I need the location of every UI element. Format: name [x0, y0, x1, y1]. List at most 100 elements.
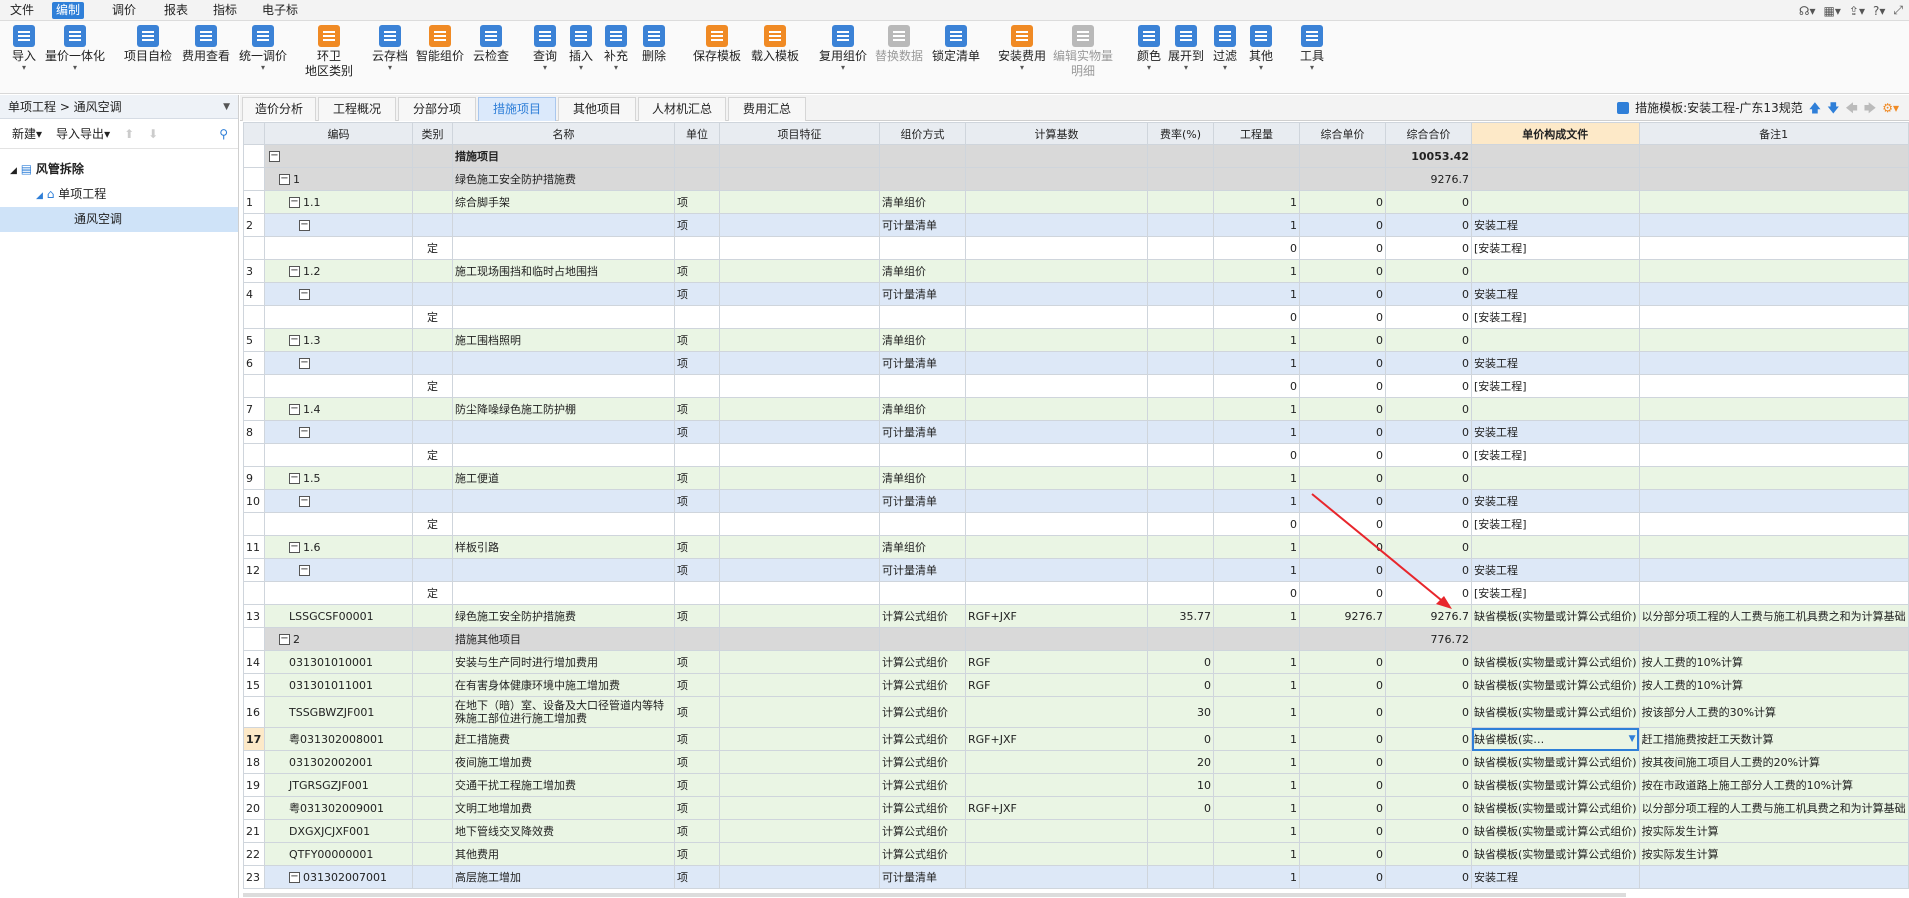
table-row[interactable]: 14 031301010001 安装与生产同时进行增加费用项计算公式组价 RGF 0 1 0… — [243, 650, 1909, 674]
qty-cell[interactable]: 1 — [1213, 750, 1300, 774]
upload-icon[interactable]: ⇪▾ — [1849, 4, 1865, 18]
supplement-button[interactable]: 补充 ▾ — [601, 25, 631, 72]
note-cell[interactable] — [1638, 190, 1909, 214]
name-cell[interactable] — [452, 443, 675, 467]
feature-cell[interactable] — [719, 773, 880, 797]
table-row[interactable]: 定 0 0 0 [安装工程] — [243, 305, 1909, 329]
tree-node-hvac[interactable]: 通风空调 — [0, 207, 238, 232]
row-number[interactable]: 16 — [243, 696, 265, 728]
method-cell[interactable]: 计算公式组价 — [879, 773, 966, 797]
unit-price-cell[interactable]: 0 — [1299, 796, 1386, 820]
unit-cell[interactable]: 项 — [674, 190, 720, 214]
type-cell[interactable]: 定 — [412, 236, 453, 260]
total-cell[interactable]: 0 — [1385, 443, 1472, 467]
name-cell[interactable] — [452, 489, 675, 513]
price-file-cell[interactable]: 缺省模板(实物量或计算公式组价) — [1471, 842, 1640, 866]
qty-cell[interactable]: 0 — [1213, 236, 1300, 260]
rate-cell[interactable] — [1147, 374, 1214, 398]
code-cell[interactable] — [264, 581, 413, 605]
fee-view-button[interactable]: 费用查看 — [180, 25, 232, 64]
method-cell[interactable]: 清单组价 — [879, 259, 966, 283]
tab-sections[interactable]: 分部分项 — [398, 97, 476, 121]
note-cell[interactable]: 按实际发生计算 — [1638, 819, 1909, 843]
row-number[interactable]: 20 — [243, 796, 265, 820]
feature-cell[interactable] — [719, 190, 880, 214]
unit-price-cell[interactable]: 0 — [1299, 535, 1386, 559]
import-button[interactable]: 导入 ▾ — [8, 25, 40, 72]
move-down-icon[interactable]: ⬇ — [148, 119, 158, 148]
unit-cell[interactable]: 项 — [674, 842, 720, 866]
code-cell[interactable] — [264, 374, 413, 398]
name-cell[interactable] — [452, 420, 675, 444]
type-cell[interactable] — [412, 397, 453, 421]
menu-adjust[interactable]: 调价 — [108, 2, 140, 19]
name-cell[interactable]: 施工便道 — [452, 466, 675, 490]
type-cell[interactable] — [412, 627, 453, 651]
unit-price-cell[interactable]: 0 — [1299, 420, 1386, 444]
qty-cell[interactable]: 1 — [1213, 489, 1300, 513]
qty-cell[interactable]: 1 — [1213, 650, 1300, 674]
base-cell[interactable] — [965, 581, 1148, 605]
unit-cell[interactable] — [674, 443, 720, 467]
total-cell[interactable]: 0 — [1385, 796, 1472, 820]
unit-price-cell[interactable]: 0 — [1299, 397, 1386, 421]
feature-cell[interactable] — [719, 328, 880, 352]
row-number[interactable] — [243, 627, 265, 651]
code-cell[interactable]: 粤031302008001 — [264, 727, 413, 751]
settings-icon[interactable]: ⚙▾ — [1882, 97, 1899, 119]
breadcrumb[interactable]: 单项工程 > 通风空调 ▼ — [0, 95, 238, 119]
collapse-icon[interactable]: − — [299, 358, 310, 369]
unit-price-cell[interactable]: 0 — [1299, 351, 1386, 375]
name-cell[interactable]: 防尘降噪绿色施工防护棚 — [452, 397, 675, 421]
code-cell[interactable]: LSSGCSF00001 — [264, 604, 413, 628]
unit-cell[interactable]: 项 — [674, 489, 720, 513]
type-cell[interactable] — [412, 466, 453, 490]
base-cell[interactable]: RGF+JXF — [965, 604, 1148, 628]
col-unit-price[interactable]: 综合单价 — [1299, 122, 1386, 145]
price-file-cell[interactable]: 缺省模板(实物量或计算公式组价) — [1471, 673, 1640, 697]
base-cell[interactable] — [965, 144, 1148, 168]
expand-icon[interactable]: ◢ — [10, 166, 17, 176]
unit-cell[interactable]: 项 — [674, 420, 720, 444]
menu-file[interactable]: 文件 — [6, 2, 38, 19]
note-cell[interactable] — [1638, 328, 1909, 352]
note-cell[interactable] — [1638, 535, 1909, 559]
method-cell[interactable]: 可计量清单 — [879, 282, 966, 306]
unit-price-cell[interactable]: 0 — [1299, 236, 1386, 260]
row-number[interactable] — [243, 305, 265, 329]
total-cell[interactable]: 0 — [1385, 420, 1472, 444]
method-cell[interactable] — [879, 627, 966, 651]
price-file-cell[interactable]: 安装工程 — [1471, 420, 1640, 444]
table-row[interactable]: 6− 项可计量清单 1 0 0 安装工程 — [243, 351, 1909, 375]
import-export-button[interactable]: 导入导出▾ — [56, 119, 110, 148]
unit-cell[interactable]: 项 — [674, 604, 720, 628]
method-cell[interactable]: 计算公式组价 — [879, 842, 966, 866]
total-cell[interactable]: 0 — [1385, 865, 1472, 889]
type-cell[interactable] — [412, 650, 453, 674]
base-cell[interactable]: RGF — [965, 650, 1148, 674]
table-row[interactable]: − 措施项目 10053.42 — [243, 144, 1909, 168]
query-button[interactable]: 查询 ▾ — [530, 25, 560, 72]
total-cell[interactable]: 0 — [1385, 397, 1472, 421]
price-file-cell[interactable]: 安装工程 — [1471, 351, 1640, 375]
name-cell[interactable]: 赶工措施费 — [452, 727, 675, 751]
row-number[interactable]: 23 — [243, 865, 265, 889]
type-cell[interactable] — [412, 213, 453, 237]
feature-cell[interactable] — [719, 650, 880, 674]
price-file-cell[interactable]: 缺省模板(实物量或计算公式组价) — [1471, 796, 1640, 820]
note-cell[interactable]: 赶工措施费按赶工天数计算 — [1638, 727, 1909, 751]
tab-measures[interactable]: 措施项目 — [478, 97, 556, 121]
price-file-cell[interactable]: [安装工程] — [1471, 236, 1640, 260]
price-file-cell[interactable]: 安装工程 — [1471, 558, 1640, 582]
table-row[interactable]: 定 0 0 0 [安装工程] — [243, 374, 1909, 398]
note-cell[interactable] — [1638, 581, 1909, 605]
qty-cell[interactable]: 1 — [1213, 773, 1300, 797]
method-cell[interactable] — [879, 144, 966, 168]
table-row[interactable]: 21 DXGXJCJXF001 地下管线交叉降效费项计算公式组价 1 0 0 缺省模板(实物… — [243, 819, 1909, 843]
price-file-cell[interactable] — [1471, 328, 1640, 352]
base-cell[interactable] — [965, 374, 1148, 398]
row-number[interactable] — [243, 236, 265, 260]
qty-cell[interactable]: 1 — [1213, 696, 1300, 728]
table-row[interactable]: 定 0 0 0 [安装工程] — [243, 512, 1909, 536]
note-cell[interactable] — [1638, 167, 1909, 191]
